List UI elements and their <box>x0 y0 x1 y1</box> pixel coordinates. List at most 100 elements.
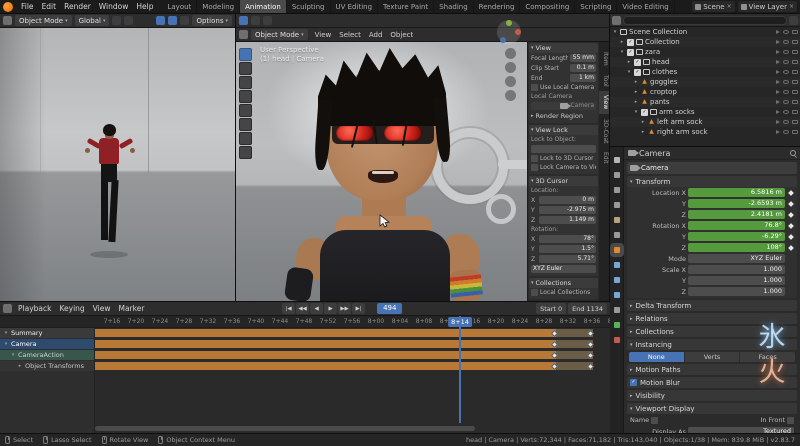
breadcrumb-object[interactable]: Camera <box>639 149 670 158</box>
expand-icon[interactable]: ▸ <box>640 129 646 135</box>
keyframe-indicator[interactable] <box>787 288 794 295</box>
lock-camera-checkbox[interactable] <box>531 164 538 171</box>
timeline-menu-keying[interactable]: Keying <box>55 302 88 315</box>
outliner-search-input[interactable] <box>623 16 787 25</box>
physics-tab[interactable] <box>612 290 622 300</box>
section-header-collections[interactable]: ▸Collections <box>627 326 797 337</box>
keyframe-lane-cameraaction[interactable] <box>95 350 610 360</box>
cursor-rotation-z-field[interactable]: 5.71° <box>539 255 596 263</box>
hide-toggle-icon[interactable] <box>783 60 789 64</box>
play-reverse-button[interactable]: ◀ <box>310 303 323 314</box>
jump-to-start-button[interactable]: |◀ <box>282 303 295 314</box>
keyframe-indicator[interactable] <box>787 255 794 262</box>
keyframe-lane-summary[interactable] <box>95 328 610 338</box>
expand-icon[interactable]: ▾ <box>3 330 9 336</box>
select-toggle-icon[interactable] <box>776 50 780 54</box>
select-toggle-icon[interactable] <box>776 90 780 94</box>
jump-to-end-button[interactable]: ▶| <box>352 303 365 314</box>
expand-icon[interactable]: ▸ <box>633 79 639 85</box>
clip-start-field[interactable]: 0.1 m <box>570 64 596 72</box>
active-tool-icon[interactable] <box>239 16 248 25</box>
lock-3d-cursor-checkbox[interactable] <box>531 155 538 162</box>
keyframe-indicator[interactable] <box>787 277 794 284</box>
section-header-delta-transform[interactable]: ▸Delta Transform <box>627 300 797 311</box>
instancing-verts-button[interactable]: Verts <box>685 352 741 362</box>
section-header-visibility[interactable]: ▸Visibility <box>627 390 797 401</box>
scene-selector[interactable]: Scene × <box>692 1 734 12</box>
select-toggle-icon[interactable] <box>776 30 780 34</box>
show-overlays-icon[interactable] <box>168 16 177 25</box>
transform-panel-header[interactable]: ▾Transform <box>627 176 797 187</box>
transform-tool[interactable] <box>239 118 252 131</box>
render-toggle-icon[interactable] <box>792 40 798 44</box>
previous-keyframe-button[interactable]: ◀◀ <box>296 303 309 314</box>
left-viewport-canvas[interactable] <box>0 28 235 301</box>
select-toggle-icon[interactable] <box>776 40 780 44</box>
workspace-tab-shading[interactable]: Shading <box>434 0 473 14</box>
modifiers-tab[interactable] <box>612 260 622 270</box>
render-toggle-icon[interactable] <box>792 130 798 134</box>
menu-help[interactable]: Help <box>132 0 157 13</box>
expand-icon[interactable]: ▾ <box>3 341 9 347</box>
render-toggle-icon[interactable] <box>792 120 798 124</box>
outliner-row-croptop[interactable]: ▸▲croptop <box>610 87 800 97</box>
sidebar-tab-edit[interactable]: Edit <box>599 148 609 168</box>
object-name-field[interactable]: Camera <box>627 162 797 174</box>
expand-icon[interactable]: ▸ <box>640 119 646 125</box>
keyframe-indicator[interactable] <box>787 211 794 218</box>
render-toggle-icon[interactable] <box>792 30 798 34</box>
render-toggle-icon[interactable] <box>792 80 798 84</box>
filter-icon[interactable] <box>789 16 798 25</box>
search-icon[interactable] <box>790 150 796 156</box>
view-panel-header[interactable]: ▾View <box>529 43 598 53</box>
hide-toggle-icon[interactable] <box>783 40 789 44</box>
keyframe-lane-object-transforms[interactable] <box>95 361 610 371</box>
section-header-relations[interactable]: ▸Relations <box>627 313 797 324</box>
constraints-tab[interactable] <box>612 305 622 315</box>
transform-5-z-field[interactable]: 108° <box>688 243 785 252</box>
workspace-tab-texture-paint[interactable]: Texture Paint <box>378 0 434 14</box>
keyframe-indicator[interactable] <box>787 266 794 273</box>
navigation-gizmo[interactable] <box>497 20 521 44</box>
transform-0-location-x-field[interactable]: 6.5816 m <box>688 188 785 197</box>
current-frame-field[interactable]: 494 <box>377 303 402 314</box>
toggle-perspective-icon[interactable] <box>505 90 516 101</box>
transform-3-rotation-x-field[interactable]: 76.8° <box>688 221 785 230</box>
measure-tool[interactable] <box>239 146 252 159</box>
use-local-camera-checkbox[interactable] <box>531 84 538 91</box>
sidebar-tab-item[interactable]: Item <box>599 48 609 70</box>
blender-logo-icon[interactable] <box>3 2 13 12</box>
workspace-tab-uv-editing[interactable]: UV Editing <box>331 0 379 14</box>
tool-option-icon[interactable] <box>251 16 260 25</box>
viewport-menu-object[interactable]: Object <box>386 31 417 39</box>
select-toggle-icon[interactable] <box>776 70 780 74</box>
hide-toggle-icon[interactable] <box>783 90 789 94</box>
editor-type-icon[interactable] <box>3 16 12 25</box>
render-toggle-icon[interactable] <box>792 70 798 74</box>
menu-edit[interactable]: Edit <box>38 0 61 13</box>
outliner-row-head[interactable]: ▸✓head <box>610 57 800 67</box>
transform-8-y-field[interactable]: 1.000 <box>688 276 785 285</box>
view-lock-header[interactable]: ▾View Lock <box>529 125 598 135</box>
snap-magnet-icon[interactable] <box>112 16 121 25</box>
channel-summary[interactable]: ▾Summary <box>0 328 94 338</box>
play-button[interactable]: ▶ <box>324 303 337 314</box>
mode-dropdown[interactable]: Object Mode▾ <box>15 15 72 26</box>
cursor-location-z-field[interactable]: 1.149 m <box>539 216 596 224</box>
render-region-subpanel[interactable]: ▸Render Region <box>529 111 598 121</box>
select-toggle-icon[interactable] <box>776 110 780 114</box>
menu-window[interactable]: Window <box>95 0 133 13</box>
section-header-motion-blur[interactable]: ✓Motion Blur <box>627 377 797 388</box>
transform-1-y-field[interactable]: -2.6593 m <box>688 199 785 208</box>
proportional-editing-icon[interactable] <box>124 16 133 25</box>
lock-object-field[interactable] <box>531 145 596 153</box>
workspace-tab-animation[interactable]: Animation <box>240 0 287 14</box>
render-toggle-icon[interactable] <box>792 50 798 54</box>
outliner-row-goggles[interactable]: ▸▲goggles <box>610 77 800 87</box>
expand-icon[interactable]: ▸ <box>633 89 639 95</box>
viewport-menu-select[interactable]: Select <box>335 31 365 39</box>
expand-icon[interactable]: ▸ <box>626 59 632 65</box>
viewport-menu-add[interactable]: Add <box>365 31 387 39</box>
motion-blur-checkbox[interactable]: ✓ <box>630 379 637 386</box>
expand-icon[interactable]: ▾ <box>619 49 625 55</box>
